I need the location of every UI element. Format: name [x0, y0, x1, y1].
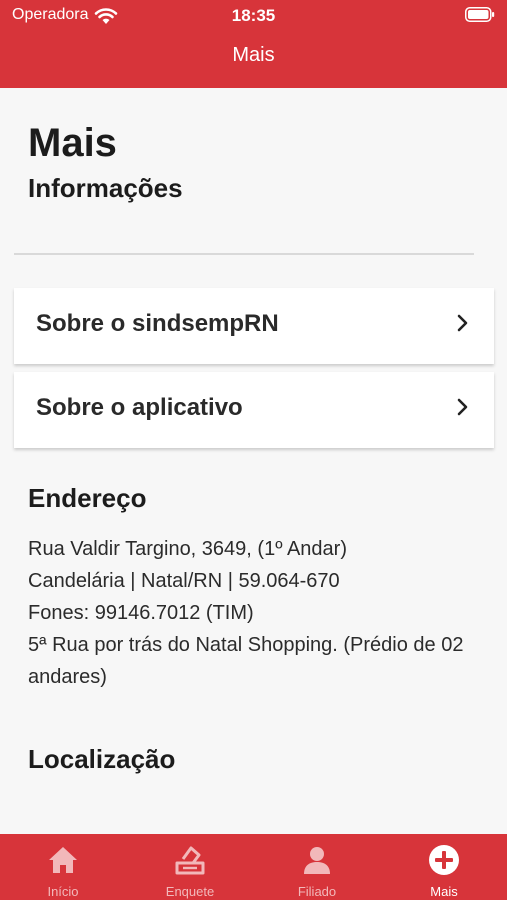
menu-item-sobre-aplicativo[interactable]: Sobre o aplicativo	[14, 372, 494, 448]
address-line: 5ª Rua por trás do Natal Shopping. (Préd…	[28, 634, 464, 688]
battery-icon	[465, 7, 495, 22]
divider	[14, 253, 474, 255]
tab-mais[interactable]: Mais	[381, 834, 507, 900]
top-bar: Operadora 18:35 Mais	[0, 0, 507, 88]
chevron-right-icon	[457, 314, 468, 332]
nav-title: Mais	[232, 44, 275, 66]
tab-label: Mais	[430, 884, 458, 899]
tab-filiado[interactable]: Filiado	[254, 834, 380, 900]
menu-item-label: Sobre o sindsempRN	[36, 310, 279, 337]
screen: Operadora 18:35 Mais Mais Informações So…	[0, 0, 507, 900]
ballot-icon	[175, 846, 205, 875]
tab-label: Início	[47, 884, 79, 899]
home-icon	[49, 847, 77, 873]
plus-circle-icon	[429, 845, 459, 875]
tab-bar: Início Enquete Filiado Mais	[0, 834, 507, 900]
tab-label: Filiado	[297, 884, 337, 899]
menu-item-sobre-sindsemprn[interactable]: Sobre o sindsempRN	[14, 288, 494, 364]
chevron-right-icon	[457, 398, 468, 416]
address-title: Endereço	[28, 483, 147, 513]
menu-item-label: Sobre o aplicativo	[36, 394, 243, 421]
page-title: Mais	[28, 121, 117, 165]
location-title: Localização	[28, 744, 176, 774]
tab-label: Enquete	[165, 884, 215, 899]
address-text: Rua Valdir Targino, 3649, (1º Andar) Can…	[28, 533, 488, 693]
address-line: Candelária | Natal/RN | 59.064-670	[28, 570, 340, 592]
address-line: Fones: 99146.7012 (TIM)	[28, 602, 254, 624]
status-bar: Operadora 18:35	[0, 0, 507, 32]
person-icon	[304, 847, 330, 874]
tab-inicio[interactable]: Início	[0, 834, 126, 900]
address-line: Rua Valdir Targino, 3649, (1º Andar)	[28, 538, 347, 560]
section-title-informacoes: Informações	[28, 173, 183, 203]
main-content[interactable]: Mais Informações Sobre o sindsempRN Sobr…	[0, 88, 507, 834]
tab-enquete[interactable]: Enquete	[127, 834, 253, 900]
status-time: 18:35	[231, 6, 276, 25]
